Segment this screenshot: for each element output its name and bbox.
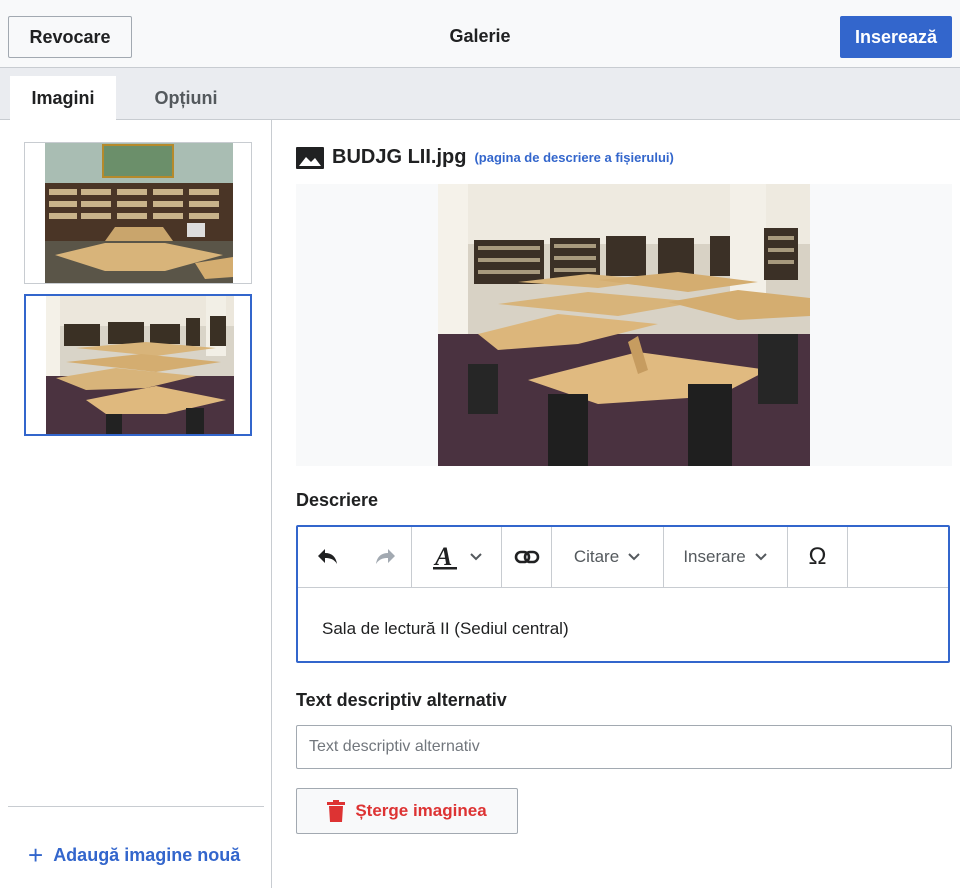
undo-icon — [318, 549, 337, 564]
image-list-pane: + Adaugă imagine nouă — [0, 120, 272, 888]
thumbnail-library-room[interactable] — [24, 142, 252, 284]
svg-text:A: A — [433, 543, 452, 571]
tab-options[interactable]: Opțiuni — [126, 76, 246, 120]
dialog-header: Revocare Galerie Inserează — [0, 0, 960, 68]
reading-room-preview-image — [438, 184, 810, 466]
text-style-icon: A — [432, 543, 457, 571]
editor-toolbar: A Citare Inserare Ω — [298, 527, 948, 588]
redo-icon — [375, 549, 395, 564]
gallery-dialog: Revocare Galerie Inserează Imagini Opțiu… — [0, 0, 960, 888]
thumbnail-reading-room[interactable] — [24, 294, 252, 436]
tab-bar: Imagini Opțiuni — [0, 68, 960, 120]
tab-images[interactable]: Imagini — [10, 76, 116, 120]
delete-image-button[interactable]: Șterge imaginea — [296, 788, 518, 834]
link-icon — [514, 550, 539, 564]
insert-menu-label: Inserare — [683, 547, 746, 566]
insert-menu[interactable]: Inserare — [664, 527, 788, 587]
chevron-down-icon — [469, 553, 482, 561]
chevron-down-icon — [754, 553, 767, 561]
description-text[interactable]: Sala de lectură II (Sediul central) — [322, 619, 569, 639]
description-label: Descriere — [296, 490, 379, 510]
link-button[interactable] — [502, 527, 552, 587]
alt-text-input[interactable] — [296, 725, 952, 769]
description-editor[interactable]: A Citare Inserare Ω Sala de lectură II (… — [296, 525, 950, 663]
file-name: BUDJG LII.jpg — [332, 146, 467, 168]
trash-icon — [327, 800, 346, 822]
file-title-row: BUDJG LII.jpg (pagina de descriere a fiș… — [296, 146, 674, 169]
reading-room-image — [46, 296, 234, 434]
delete-image-label: Șterge imaginea — [355, 801, 487, 820]
chevron-down-icon — [628, 553, 640, 561]
alt-text-label: Text descriptiv alternativ — [296, 690, 507, 710]
undo-button[interactable] — [298, 527, 358, 587]
image-preview — [296, 184, 952, 466]
special-character-button[interactable]: Ω — [788, 527, 848, 587]
redo-button[interactable] — [358, 527, 412, 587]
file-description-link[interactable]: (pagina de descriere a fișierului) — [474, 150, 673, 165]
image-icon — [296, 146, 324, 169]
cite-menu[interactable]: Citare — [552, 527, 664, 587]
special-character-icon: Ω — [808, 543, 827, 570]
text-style-button[interactable]: A — [412, 527, 502, 587]
pane-divider — [8, 806, 264, 807]
insert-button[interactable]: Inserează — [840, 16, 952, 58]
dialog-title: Galerie — [449, 26, 511, 46]
add-new-image-label: Adaugă imagine nouă — [53, 844, 241, 865]
plus-icon: + — [28, 840, 44, 870]
add-new-image-button[interactable]: + Adaugă imagine nouă — [28, 842, 240, 868]
cite-label: Citare — [573, 547, 620, 566]
library-room-image — [45, 143, 233, 283]
